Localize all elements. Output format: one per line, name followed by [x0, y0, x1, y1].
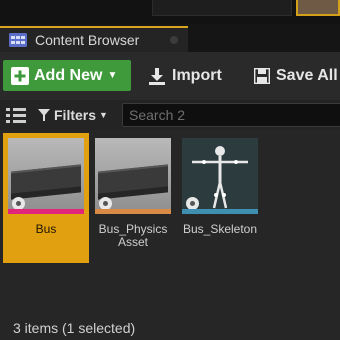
plus-icon	[11, 66, 29, 85]
asset-view: Bus Bus_Physics Asset Bus_Skeleton 3 ite…	[0, 130, 340, 340]
status-text: 3 items (1 selected)	[13, 320, 136, 336]
tab-content-browser[interactable]: Content Browser	[0, 26, 188, 52]
asset-type-stripe	[95, 209, 171, 214]
tab-row: Content Browser	[0, 24, 340, 52]
import-icon	[149, 67, 165, 85]
toolbar: Add New ▼ Import Save All	[0, 52, 340, 100]
viewport-panel-edge	[152, 0, 292, 16]
asset-tile-bus[interactable]: Bus	[3, 133, 89, 263]
skeletal-mesh-thumbnail	[8, 138, 84, 214]
filters-dropdown[interactable]: Filters ▼	[38, 105, 108, 125]
asset-name: Bus_Skeleton	[182, 222, 258, 236]
chevron-down-icon: ▼	[99, 110, 108, 120]
search-input[interactable]	[122, 103, 340, 127]
add-new-button[interactable]: Add New ▼	[3, 60, 131, 91]
asset-type-stripe	[182, 209, 258, 214]
top-strip	[0, 0, 340, 24]
tab-options-dot-icon[interactable]	[170, 36, 178, 44]
skeleton-thumbnail	[182, 138, 258, 214]
asset-tile-bus-physics-asset[interactable]: Bus_Physics Asset	[90, 133, 176, 263]
content-browser-icon	[9, 33, 27, 47]
chevron-down-icon: ▼	[107, 70, 118, 81]
asset-name: Bus_Physics Asset	[98, 222, 168, 249]
sources-panel-toggle-icon[interactable]	[6, 107, 26, 124]
add-new-label: Add New	[34, 66, 103, 84]
save-icon	[254, 67, 270, 84]
physics-asset-thumbnail	[95, 138, 171, 214]
import-label: Import	[172, 66, 222, 84]
selected-thumbnail-edge	[296, 0, 340, 16]
funnel-icon	[38, 109, 50, 121]
save-all-button[interactable]: Save All	[254, 60, 338, 91]
filter-row: Filters ▼	[0, 100, 340, 130]
filters-label: Filters	[54, 107, 97, 123]
tab-title: Content Browser	[35, 32, 140, 48]
asset-name: Bus	[35, 222, 57, 236]
save-all-label: Save All	[276, 66, 338, 84]
import-button[interactable]: Import	[148, 60, 222, 91]
asset-tile-bus-skeleton[interactable]: Bus_Skeleton	[177, 133, 263, 263]
asset-type-stripe	[8, 209, 84, 214]
